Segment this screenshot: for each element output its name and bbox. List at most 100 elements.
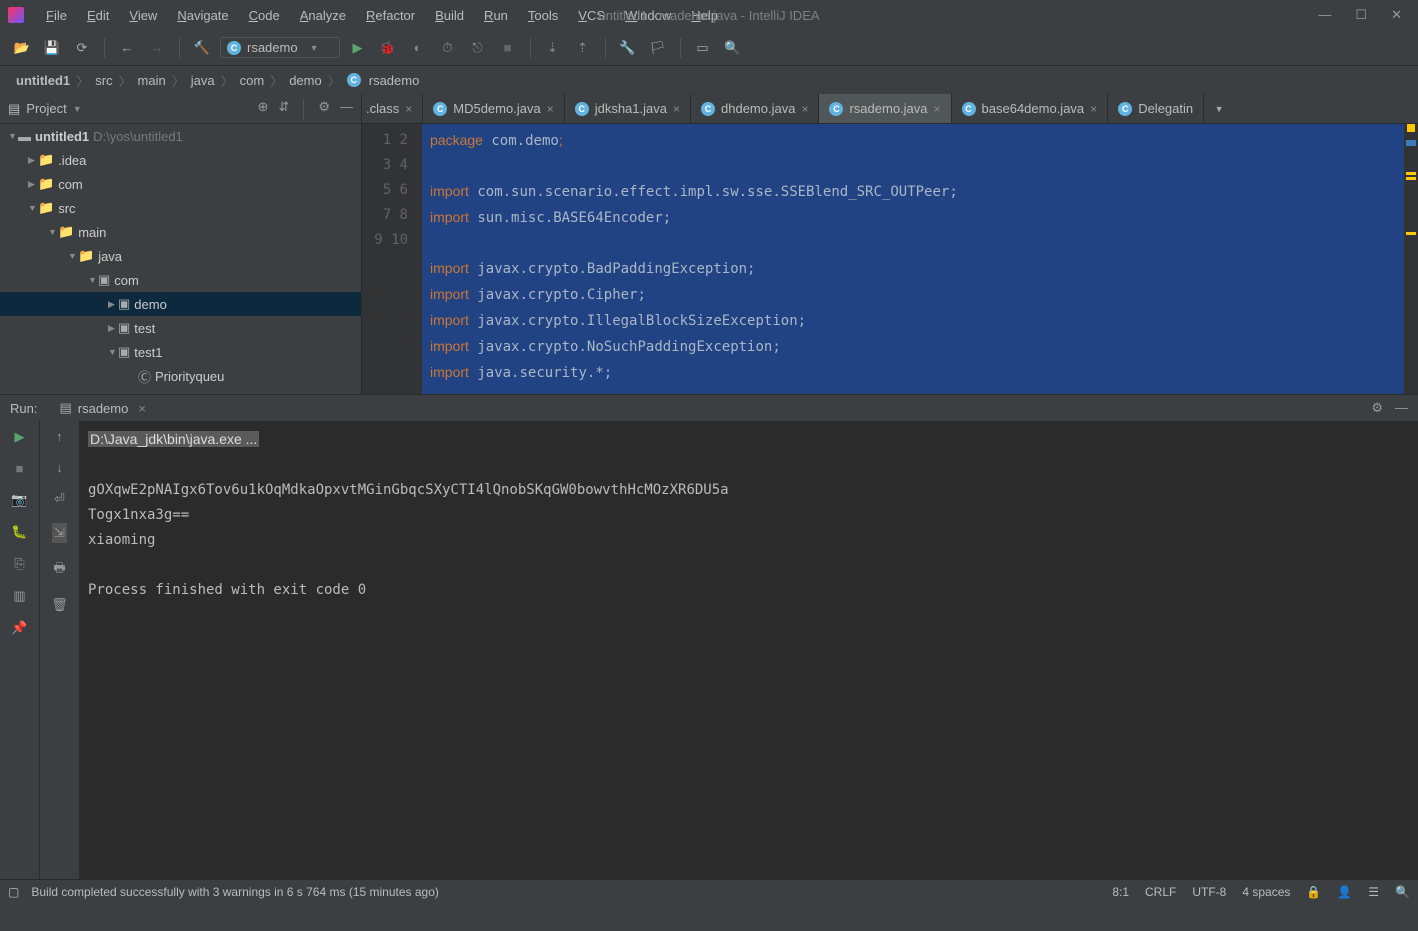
gear-icon[interactable]: ⚙	[1371, 400, 1383, 416]
run-output[interactable]: D:\Java_jdk\bin\java.exe ... gOXqwE2pNAI…	[80, 421, 1418, 879]
menu-build[interactable]: Build	[425, 4, 474, 27]
menu-navigate[interactable]: Navigate	[167, 4, 238, 27]
scroll-icon[interactable]: ⇲	[52, 523, 67, 543]
dump-icon[interactable]: 🐛	[11, 524, 27, 540]
sync-icon[interactable]: ⟳	[70, 36, 94, 60]
run-config-select[interactable]: C rsademo ▼	[220, 37, 340, 58]
close-icon[interactable]: ×	[673, 102, 680, 116]
down-icon[interactable]: ↓	[56, 460, 63, 475]
close-icon[interactable]: ×	[405, 102, 412, 116]
crumb-java[interactable]: java	[191, 73, 215, 88]
close-icon[interactable]: ✕	[1391, 7, 1402, 23]
tree-item-com[interactable]: ▶📁com	[0, 172, 361, 196]
toggle-tools-icon[interactable]: ▢	[8, 885, 19, 899]
tab-rsademo.java[interactable]: Crsademo.java×	[819, 94, 951, 123]
camera-icon[interactable]: 📷	[11, 492, 27, 508]
hide-icon[interactable]: —	[340, 99, 353, 119]
menu-analyze[interactable]: Analyze	[290, 4, 356, 27]
crumb-src[interactable]: src	[95, 73, 112, 88]
layout-icon[interactable]: ▥	[13, 588, 25, 604]
forward-icon[interactable]: →	[145, 36, 169, 60]
search-icon[interactable]: 🔍	[721, 36, 745, 60]
tab-MD5demo.java[interactable]: CMD5demo.java×	[423, 94, 564, 123]
close-icon[interactable]: ×	[1090, 102, 1097, 116]
tab-jdksha1.java[interactable]: Cjdksha1.java×	[565, 94, 691, 123]
crumb-untitled1[interactable]: untitled1	[16, 73, 70, 88]
menu-file[interactable]: File	[36, 4, 77, 27]
tab-base64demo.java[interactable]: Cbase64demo.java×	[952, 94, 1109, 123]
tree-item-com[interactable]: ▼▣com	[0, 268, 361, 292]
run-output-toolbar: ↑ ↓ ⏎ ⇲ 🖶 🗑	[40, 421, 80, 879]
hide-icon[interactable]: —	[1395, 400, 1408, 416]
project-tree[interactable]: ▼ ▬ untitled1 D:\yos\untitled1 ▶📁.idea▶📁…	[0, 124, 361, 388]
collapse-icon[interactable]: ⇵	[278, 99, 289, 119]
maximize-icon[interactable]: ☐	[1355, 7, 1367, 23]
save-icon[interactable]: 💾	[40, 36, 64, 60]
file-encoding[interactable]: UTF-8	[1192, 885, 1226, 899]
project-root[interactable]: ▼ ▬ untitled1 D:\yos\untitled1	[0, 124, 361, 148]
tree-item-.idea[interactable]: ▶📁.idea	[0, 148, 361, 172]
profile-icon[interactable]: ⏱	[436, 36, 460, 60]
code-editor[interactable]: package com.demo; import com.sun.scenari…	[422, 124, 1404, 394]
up-icon[interactable]: ↑	[56, 429, 63, 444]
pin-icon[interactable]: 📌	[11, 620, 27, 636]
menu-refactor[interactable]: Refactor	[356, 4, 425, 27]
run-panel-title: Run:	[10, 401, 37, 416]
avd-icon[interactable]: ▭	[691, 36, 715, 60]
tree-item-test[interactable]: ▶▣test	[0, 316, 361, 340]
settings-icon[interactable]: 🔧	[616, 36, 640, 60]
vcs-commit-icon[interactable]: ⇡	[571, 36, 595, 60]
menu-code[interactable]: Code	[239, 4, 290, 27]
coverage-icon[interactable]: ◐	[406, 36, 430, 60]
structure-icon[interactable]: 🏳	[646, 36, 670, 60]
indent-setting[interactable]: 4 spaces	[1242, 885, 1290, 899]
locate-icon[interactable]: ⊕	[258, 99, 269, 119]
crumb-com[interactable]: com	[240, 73, 265, 88]
tree-item-java[interactable]: ▼📁java	[0, 244, 361, 268]
menu-run[interactable]: Run	[474, 4, 518, 27]
open-icon[interactable]: 📂	[10, 36, 34, 60]
close-icon[interactable]: ×	[138, 401, 146, 416]
line-ending[interactable]: CRLF	[1145, 885, 1176, 899]
minimize-icon[interactable]: —	[1318, 7, 1331, 23]
close-icon[interactable]: ×	[934, 102, 941, 116]
stop-icon[interactable]: ■	[16, 461, 24, 476]
close-icon[interactable]: ×	[801, 102, 808, 116]
exit-icon[interactable]: ⎘	[14, 556, 24, 572]
build-icon[interactable]: 🔨	[190, 36, 214, 60]
print-icon[interactable]: 🖶	[53, 559, 65, 581]
menu-view[interactable]: View	[119, 4, 167, 27]
tab-Delegatin[interactable]: CDelegatin	[1108, 94, 1204, 123]
back-icon[interactable]: ←	[115, 36, 139, 60]
run-icon[interactable]: ▶	[346, 36, 370, 60]
tree-item-demo[interactable]: ▶▣demo	[0, 292, 361, 316]
tab-.class[interactable]: .class×	[362, 94, 423, 123]
lock-icon[interactable]: 🔒	[1306, 885, 1321, 899]
tabs-overflow-icon[interactable]: ▼	[1204, 94, 1234, 123]
trash-icon[interactable]: 🗑	[51, 597, 68, 613]
tree-item-test1[interactable]: ▼▣test1	[0, 340, 361, 364]
rerun-icon[interactable]: ▶	[15, 429, 25, 445]
tab-dhdemo.java[interactable]: Cdhdemo.java×	[691, 94, 819, 123]
mem-icon[interactable]: ☰	[1368, 885, 1379, 899]
tree-item-main[interactable]: ▼📁main	[0, 220, 361, 244]
crumb-demo[interactable]: demo	[289, 73, 322, 88]
caret-position[interactable]: 8:1	[1112, 885, 1129, 899]
vcs-update-icon[interactable]: ⇣	[541, 36, 565, 60]
menu-tools[interactable]: Tools	[518, 4, 568, 27]
tree-item-Priorityqueu[interactable]: ⒸPriorityqueu	[0, 364, 361, 388]
find-icon[interactable]: 🔍	[1395, 885, 1410, 899]
wrap-icon[interactable]: ⏎	[54, 491, 65, 507]
project-tool-title[interactable]: ▤Project▼	[8, 101, 82, 117]
menu-edit[interactable]: Edit	[77, 4, 119, 27]
close-icon[interactable]: ×	[547, 102, 554, 116]
crumb-rsademo[interactable]: rsademo	[369, 73, 420, 88]
stop-icon[interactable]: ■	[496, 36, 520, 60]
run-tab[interactable]: ▤ rsademo ×	[47, 398, 157, 418]
inspect-icon[interactable]: 👤	[1337, 885, 1352, 899]
attach-icon[interactable]: ⎋	[466, 36, 490, 60]
debug-icon[interactable]: 🐞	[376, 36, 400, 60]
tree-item-src[interactable]: ▼📁src	[0, 196, 361, 220]
crumb-main[interactable]: main	[138, 73, 166, 88]
gear-icon[interactable]: ⚙	[318, 99, 330, 119]
